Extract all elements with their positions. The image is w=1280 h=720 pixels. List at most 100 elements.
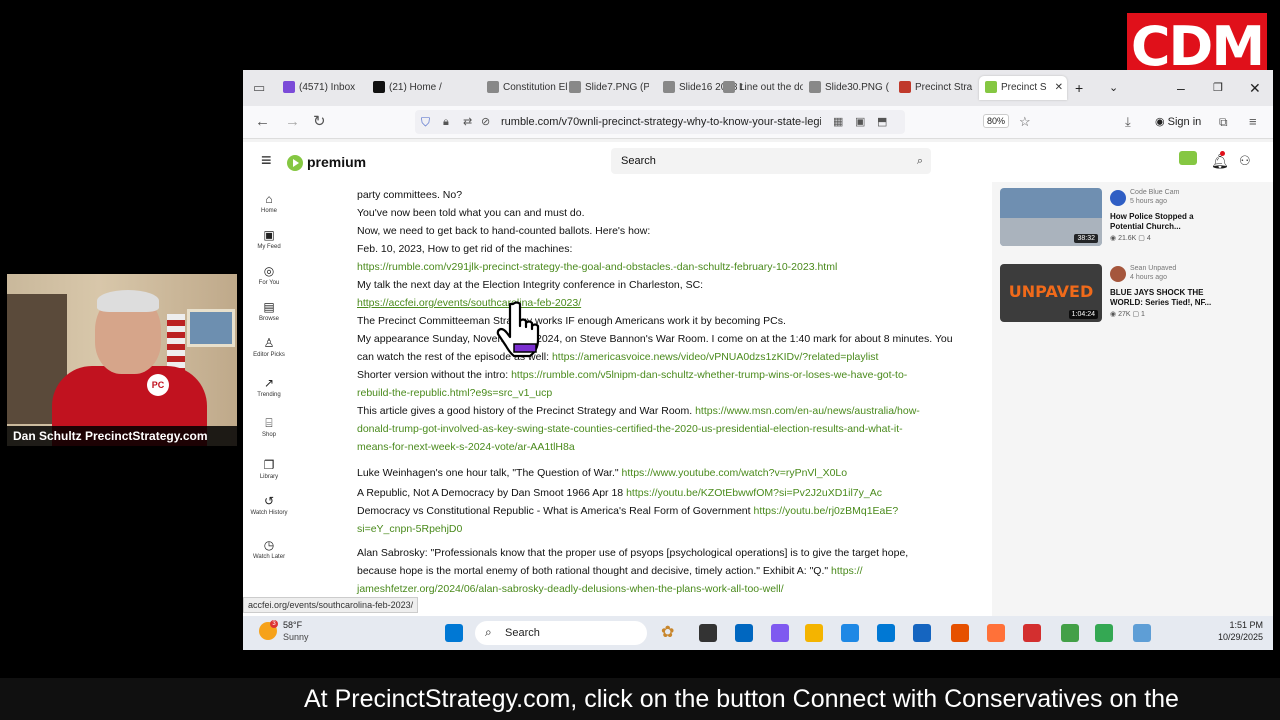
minimize-button[interactable]: – [1177, 78, 1185, 98]
description-link[interactable]: https://www.youtube.com/watch?v=ryPnVl_X… [622, 467, 848, 479]
description-line: Now, we need to get back to hand-counted… [357, 224, 650, 238]
sidebar-item[interactable]: ⌂ Home [243, 192, 295, 215]
clock-date[interactable]: 10/29/2025 [1209, 632, 1263, 642]
description-link[interactable]: means-for-next-week-s-2024-vote/ar-AA1tl… [357, 441, 575, 453]
browser-tab[interactable]: Precinct S ✕ [979, 76, 1067, 100]
address-bar[interactable]: ⛉ 🔒︎ ⇄ ⊘ rumble.com/v70wnli-precinct-str… [415, 110, 905, 134]
close-tab-icon[interactable]: ✕ [1055, 76, 1063, 100]
library-icon: ❐ [263, 458, 275, 472]
taskbar-app-icon[interactable] [1061, 624, 1079, 642]
bookmark-star-icon[interactable]: ☆ [1019, 112, 1031, 132]
go-live-camera-icon[interactable] [1179, 151, 1197, 165]
taskbar-search-icon[interactable]: ⌕ [485, 625, 492, 640]
sidebar-item[interactable]: ⌸ Shop [243, 416, 295, 439]
taskbar-app-icon[interactable] [951, 624, 969, 642]
description-link[interactable]: https://rumble.com/v291jlk-precinct-stra… [357, 261, 837, 273]
taskbar-app-icon[interactable] [913, 624, 931, 642]
description-line: A Republic, Not A Democracy by Dan Smoot… [357, 486, 882, 500]
description-link[interactable]: https://accfei.org/events/southcarolina-… [357, 297, 581, 309]
tab-overview-icon[interactable]: ▭ [253, 78, 265, 98]
browser-tab[interactable]: (21) Home / [373, 78, 453, 98]
weather-temperature[interactable]: 58°F [283, 620, 302, 630]
taskbar-app-icon[interactable] [735, 624, 753, 642]
shield-icon[interactable]: ⛉ [421, 112, 430, 132]
sidebar-item[interactable]: ◷ Watch Later [243, 538, 295, 561]
sidebar-item[interactable]: ▣ My Feed [243, 228, 295, 251]
tracking-icon[interactable]: ⊘ [481, 112, 490, 132]
recommended-video-card[interactable]: UNPAVED 1:04:24 Sean Unpaved 4 hours ago BLU… [1000, 264, 1220, 326]
taskbar-app-icon[interactable] [877, 624, 895, 642]
sidebar-item[interactable]: ◎ For You [243, 264, 295, 287]
taskbar-app-icon[interactable] [841, 624, 859, 642]
video-thumbnail[interactable]: UNPAVED 1:04:24 [1000, 264, 1102, 322]
taskbar-app-icon[interactable] [699, 624, 717, 642]
sidebar-item[interactable]: ♙ Editor Picks [243, 336, 295, 359]
forward-icon[interactable]: → [285, 112, 300, 132]
description-link[interactable]: https://youtu.be/KZOtEbwwfOM?si=Pv2J2uXD… [626, 487, 882, 499]
permissions-icon[interactable]: ⇄ [463, 112, 472, 132]
sidebar-item[interactable]: ▤ Browse [243, 300, 295, 323]
notifications-bell-icon[interactable]: 🔔︎ [1211, 151, 1229, 171]
sign-in-button[interactable]: ◉ Sign in [1155, 113, 1201, 131]
reader-view-icon[interactable]: ▦ [833, 112, 843, 132]
taskbar-search-input[interactable]: Search [475, 621, 647, 645]
downloads-icon[interactable]: ⤓ [1125, 112, 1131, 132]
extensions-icon[interactable]: ⧉ [1219, 112, 1228, 132]
rumble-search-input[interactable]: Search ⌕ [611, 148, 931, 174]
reload-icon[interactable]: ↻ [313, 112, 326, 132]
screenshot-icon[interactable]: ⬒ [877, 112, 887, 132]
browser-tab[interactable]: Line out the doc [723, 78, 803, 98]
tab-list-chevron-icon[interactable]: ⌄ [1109, 78, 1118, 98]
description-link[interactable]: rebuild-the-republic.html?e9s=src_v1_ucp [357, 387, 552, 399]
lock-icon[interactable]: 🔒︎ [443, 112, 449, 132]
description-link[interactable]: jameshfetzer.org/2024/06/alan-sabrosky-d… [357, 583, 784, 595]
description-link[interactable]: si=eY_cnpn-5RpehjD0 [357, 523, 462, 535]
description-line: because hope is the mortal enemy of both… [357, 564, 863, 578]
video-title[interactable]: How Police Stopped a Potential Church... [1110, 212, 1222, 232]
zoom-level[interactable]: 80% [983, 114, 1010, 128]
description-link[interactable]: https:// [831, 565, 863, 577]
sidebar-item[interactable]: ↗ Trending [243, 376, 295, 399]
back-icon[interactable]: ← [255, 112, 270, 132]
browser-tab[interactable]: Precinct Stra [899, 78, 979, 98]
description-link[interactable]: https://www.msn.com/en-au/news/australia… [695, 405, 920, 417]
weather-description[interactable]: Sunny [283, 632, 309, 642]
sidebar-item[interactable]: ❐ Library [243, 458, 295, 481]
channel-name[interactable]: Sean Unpaved [1130, 264, 1176, 273]
user-profile-icon[interactable]: ⚇ [1239, 151, 1251, 171]
description-link[interactable]: https://rumble.com/v5lnipm-dan-schultz-w… [511, 369, 907, 381]
sidebar-item[interactable]: ↺ Watch History [243, 494, 295, 517]
channel-avatar[interactable] [1110, 266, 1126, 282]
taskbar-app-icon[interactable] [987, 624, 1005, 642]
rumble-premium-logo[interactable]: premium [287, 150, 366, 174]
taskbar-app-icon[interactable] [1095, 624, 1113, 642]
description-link[interactable]: https://americasvoice.news/video/vPNUA0d… [552, 351, 879, 363]
description-link[interactable]: donald-trump-got-involved-as-key-swing-s… [357, 423, 903, 435]
url-text[interactable]: rumble.com/v70wnli-precinct-strategy-why… [501, 110, 821, 134]
close-window-button[interactable]: ✕ [1249, 78, 1261, 98]
browser-tab[interactable]: Slide30.PNG (PN [809, 78, 889, 98]
video-thumbnail[interactable]: 38:32 [1000, 188, 1102, 246]
windows-start-icon[interactable] [445, 624, 463, 642]
taskbar-app-icon[interactable] [771, 624, 789, 642]
taskbar-app-icon[interactable]: ✿ [661, 624, 679, 642]
taskbar-app-icon[interactable] [1133, 624, 1151, 642]
browse-icon: ▤ [263, 300, 275, 314]
browser-tab[interactable]: (4571) Inbox [283, 78, 363, 98]
browser-tab[interactable]: Slide7.PNG (PNG [569, 78, 649, 98]
clock-time[interactable]: 1:51 PM [1209, 620, 1263, 630]
recommended-video-card[interactable]: 38:32 Code Blue Cam 5 hours ago How Police … [1000, 188, 1220, 250]
channel-name[interactable]: Code Blue Cam [1130, 188, 1179, 197]
browser-tab[interactable]: Constitution Ele [487, 78, 567, 98]
menu-icon[interactable]: ≡ [1249, 112, 1257, 132]
search-icon[interactable]: ⌕ [917, 148, 923, 174]
channel-avatar[interactable] [1110, 190, 1126, 206]
picture-in-picture-icon[interactable]: ▣ [855, 112, 865, 132]
maximize-button[interactable]: ❐ [1213, 78, 1223, 98]
hamburger-menu-icon[interactable]: ≡ [261, 150, 272, 170]
description-link[interactable]: https://youtu.be/rj0zBMq1EaE? [753, 505, 898, 517]
taskbar-app-icon[interactable] [1023, 624, 1041, 642]
taskbar-app-icon[interactable] [805, 624, 823, 642]
video-title[interactable]: BLUE JAYS SHOCK THE WORLD: Series Tied!,… [1110, 288, 1222, 308]
new-tab-button[interactable]: + [1075, 78, 1083, 98]
